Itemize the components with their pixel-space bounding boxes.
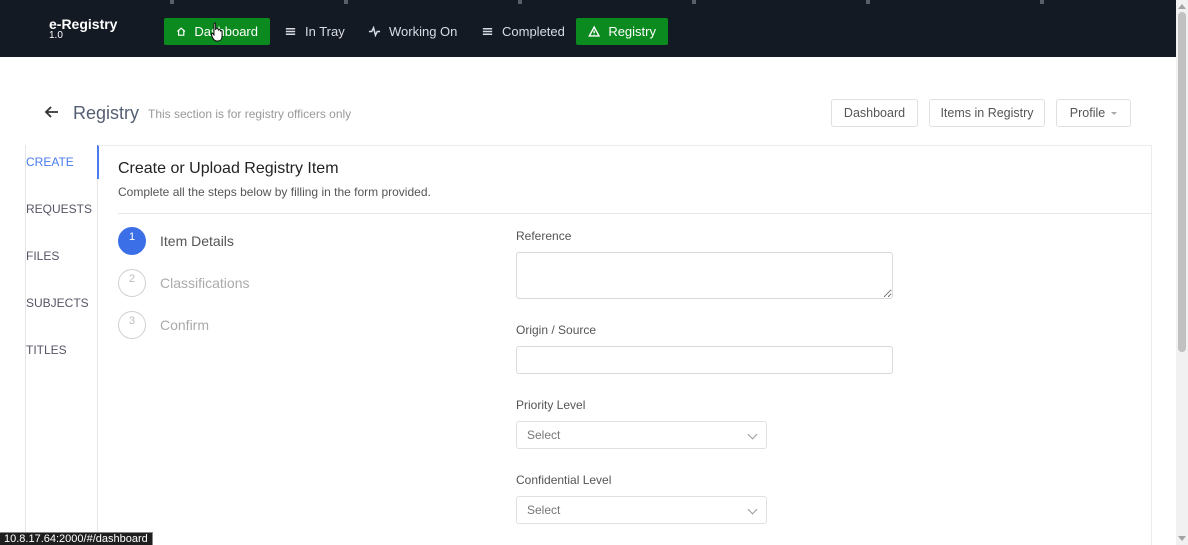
nav-completed-button[interactable]: Completed xyxy=(469,18,577,45)
scroll-up-arrow-icon[interactable] xyxy=(1178,4,1186,9)
profile-dropdown-button[interactable]: Profile xyxy=(1056,99,1131,127)
nav-working-on-label: Working On xyxy=(389,24,458,39)
nav-completed-label: Completed xyxy=(502,24,565,39)
confidential-level-value: Select xyxy=(527,503,561,517)
top-navbar: e-Registry 1.0 Dashboard In Tray Working… xyxy=(0,0,1176,57)
step-number: 2 xyxy=(118,269,146,297)
side-item-create[interactable]: CREATE xyxy=(26,155,74,169)
page-scrollbar[interactable] xyxy=(1176,0,1188,545)
step-number: 3 xyxy=(118,311,146,339)
side-item-files[interactable]: FILES xyxy=(26,249,59,263)
step-label: Classifications xyxy=(160,275,250,291)
reference-label: Reference xyxy=(516,229,572,243)
priority-level-label: Priority Level xyxy=(516,398,586,412)
warning-icon xyxy=(588,25,601,37)
confidential-level-select[interactable]: Select xyxy=(516,496,767,524)
side-item-titles[interactable]: TITLES xyxy=(26,343,67,357)
list-icon xyxy=(285,27,296,36)
status-url: 10.8.17.64:2000/#/dashboard xyxy=(0,532,153,545)
priority-level-select[interactable]: Select xyxy=(516,421,767,449)
scrollbar-thumb[interactable] xyxy=(1178,12,1186,352)
nav-registry-label: Registry xyxy=(608,24,656,39)
chevron-down-icon xyxy=(747,429,758,440)
origin-source-label: Origin / Source xyxy=(516,323,597,337)
home-icon xyxy=(177,27,186,36)
nav-in-tray-button[interactable]: In Tray xyxy=(272,18,357,45)
step-label: Item Details xyxy=(160,233,234,249)
card-title: Create or Upload Registry Item xyxy=(118,160,339,177)
origin-source-input[interactable] xyxy=(516,346,893,374)
side-item-requests[interactable]: REQUESTS xyxy=(26,202,92,216)
scroll-down-arrow-icon[interactable] xyxy=(1178,536,1186,541)
registry-side-menu: CREATE REQUESTS FILES SUBJECTS TITLES xyxy=(25,145,99,545)
brand-version: 1.0 xyxy=(49,30,63,41)
nav-registry-button[interactable]: Registry xyxy=(576,18,668,45)
step-classifications[interactable]: 2 Classifications xyxy=(118,269,249,297)
card-divider xyxy=(118,213,1152,214)
header-dashboard-button[interactable]: Dashboard xyxy=(831,99,918,127)
list-icon xyxy=(482,27,493,36)
activity-icon xyxy=(368,25,381,38)
chevron-down-icon xyxy=(747,504,758,515)
profile-label: Profile xyxy=(1069,106,1106,120)
nav-in-tray-label: In Tray xyxy=(305,24,345,39)
items-in-registry-button[interactable]: Items in Registry xyxy=(929,99,1045,127)
priority-level-value: Select xyxy=(527,428,561,442)
create-item-card: Create or Upload Registry Item Complete … xyxy=(98,145,1152,545)
side-item-subjects[interactable]: SUBJECTS xyxy=(26,296,89,310)
page-title: Registry xyxy=(73,103,140,123)
step-label: Confirm xyxy=(160,317,210,333)
header-dashboard-label: Dashboard xyxy=(843,106,906,120)
page-subtitle: This section is for registry officers on… xyxy=(148,107,352,121)
step-number: 1 xyxy=(118,227,146,255)
step-confirm[interactable]: 3 Confirm xyxy=(118,311,209,339)
step-item-details[interactable]: 1 Item Details xyxy=(118,227,234,255)
nav-working-on-button[interactable]: Working On xyxy=(356,18,469,45)
reference-textarea[interactable] xyxy=(516,252,893,299)
items-in-registry-label: Items in Registry xyxy=(940,106,1034,120)
card-description: Complete all the steps below by filling … xyxy=(118,185,431,199)
browser-tab-strip xyxy=(0,0,1176,4)
back-arrow-button[interactable] xyxy=(44,104,60,120)
brand-name[interactable]: e-Registry xyxy=(49,17,117,31)
nav-dashboard-label: Dashboard xyxy=(194,24,258,39)
confidential-level-label: Confidential Level xyxy=(516,473,612,487)
hand-cursor-icon xyxy=(211,22,223,42)
arrow-left-icon xyxy=(44,106,58,118)
caret-down-icon xyxy=(1111,111,1118,115)
